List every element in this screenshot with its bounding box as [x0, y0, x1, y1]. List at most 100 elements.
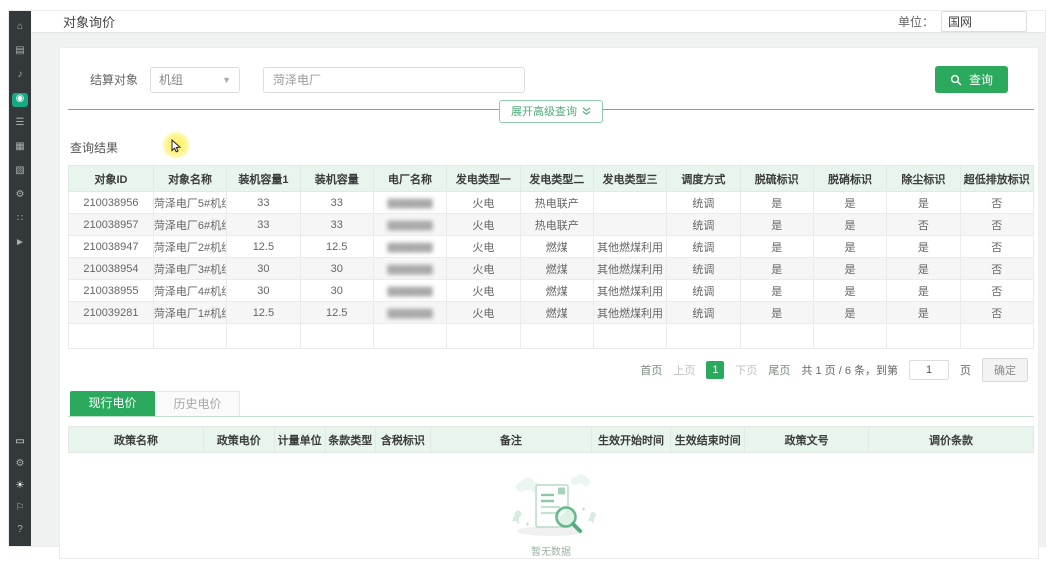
table-cell: 菏泽电厂1#机组 — [153, 302, 226, 324]
dashboard-icon[interactable]: ▦ — [12, 141, 28, 155]
archive-icon[interactable]: ▧ — [12, 165, 28, 179]
table-cell — [593, 192, 666, 214]
table-cell: 是 — [887, 236, 960, 258]
table-cell — [69, 324, 154, 349]
report-icon[interactable]: ♪ — [12, 69, 28, 83]
search-button[interactable]: 查询 — [935, 66, 1008, 93]
table-cell: 33 — [227, 192, 300, 214]
table-cell: 210038954 — [69, 258, 154, 280]
table-cell: ████████ — [373, 280, 446, 302]
search-button-label: 查询 — [969, 71, 993, 88]
table-cell: 菏泽电厂2#机组 — [153, 236, 226, 258]
table-cell: 30 — [300, 258, 373, 280]
table-cell: 否 — [960, 258, 1033, 280]
table-cell: 热电联产 — [520, 192, 593, 214]
select-value: 机组 — [159, 71, 183, 88]
table-cell: 统调 — [667, 192, 740, 214]
page-first-link[interactable]: 首页 — [640, 362, 662, 378]
pin-icon[interactable]: ► — [12, 237, 28, 251]
price-column-header: 政策电价 — [204, 427, 274, 453]
unit-input[interactable] — [941, 11, 1027, 32]
theme-sun-icon[interactable]: ☀ — [12, 480, 28, 494]
table-cell: 是 — [813, 236, 886, 258]
table-cell: 是 — [887, 302, 960, 324]
card: 结算对象 机组 ▼ 查询 展开高级查询 — [59, 47, 1039, 559]
table-cell: 否 — [960, 236, 1033, 258]
table-cell: 30 — [300, 280, 373, 302]
table-cell: 12.5 — [300, 302, 373, 324]
workbench-icon[interactable]: ⌂ — [12, 21, 28, 35]
filter-label: 结算对象 — [90, 71, 138, 88]
sidebar: ⌂ ▤ ♪ ◉ ☰ ▦ ▧ ⚙ ∷ ► ▭ ⚙ ☀ ⚐? — [9, 11, 31, 546]
no-data-illustration-icon — [496, 469, 606, 541]
sidebar-top-icons: ⌂ ▤ ♪ ◉ ☰ ▦ ▧ ⚙ ∷ ► — [12, 21, 28, 251]
list-icon[interactable]: ☰ — [12, 117, 28, 131]
tab-history-price[interactable]: 历史电价 — [155, 391, 240, 416]
table-cell: 统调 — [667, 302, 740, 324]
gear-icon[interactable]: ⚙ — [12, 458, 28, 472]
keyword-input[interactable] — [263, 67, 525, 93]
page-last-link[interactable]: 尾页 — [768, 362, 790, 378]
table-cell — [740, 324, 813, 349]
table-row[interactable]: 210038957菏泽电厂6#机组3333████████火电热电联产统调是是否… — [69, 214, 1034, 236]
table-cell: ████████ — [373, 192, 446, 214]
table-row[interactable]: 210038954菏泽电厂3#机组3030████████火电燃煤其他燃煤利用统… — [69, 258, 1034, 280]
results-column-header: 发电类型一 — [447, 166, 520, 192]
table-cell: 其他燃煤利用 — [593, 258, 666, 280]
table-cell — [960, 324, 1033, 349]
table-cell: 统调 — [667, 258, 740, 280]
settings-icon[interactable]: ⚙ — [12, 189, 28, 203]
table-cell: 是 — [813, 258, 886, 280]
page-prev-link[interactable]: 上页 — [673, 362, 695, 378]
table-cell: 菏泽电厂5#机组 — [153, 192, 226, 214]
table-cell: 其他燃煤利用 — [593, 302, 666, 324]
table-cell: 燃煤 — [520, 258, 593, 280]
expand-advanced-search-button[interactable]: 展开高级查询 — [499, 100, 603, 123]
table-row[interactable]: 210039281菏泽电厂1#机组12.512.5████████火电燃煤其他燃… — [69, 302, 1034, 324]
page-next-link[interactable]: 下页 — [735, 362, 757, 378]
page-confirm-button[interactable]: 确定 — [982, 358, 1028, 382]
results-section-title: 查询结果 — [70, 139, 1034, 156]
page-goto-input[interactable] — [909, 360, 949, 380]
price-column-header: 政策名称 — [69, 427, 204, 453]
table-cell: 210039281 — [69, 302, 154, 324]
table-cell: 33 — [300, 214, 373, 236]
table-cell: 是 — [887, 192, 960, 214]
more-dots-icon[interactable]: ∷ — [12, 213, 28, 227]
table-row[interactable]: 210038956菏泽电厂5#机组3333████████火电热电联产统调是是是… — [69, 192, 1034, 214]
inquiry-icon[interactable]: ◉ — [12, 93, 28, 107]
files-icon[interactable]: ▤ — [12, 45, 28, 59]
table-cell: 否 — [960, 280, 1033, 302]
table-cell: ████████ — [373, 214, 446, 236]
results-column-header: 发电类型二 — [520, 166, 593, 192]
table-cell — [667, 324, 740, 349]
table-cell — [887, 324, 960, 349]
tab-current-price[interactable]: 现行电价 — [70, 391, 155, 416]
table-row[interactable] — [69, 324, 1034, 349]
cursor-arrow-icon — [171, 139, 182, 153]
results-table-body: 210038956菏泽电厂5#机组3333████████火电热电联产统调是是是… — [69, 192, 1034, 349]
table-cell — [300, 324, 373, 349]
unit-label: 单位： — [898, 13, 934, 30]
table-cell: 菏泽电厂4#机组 — [153, 280, 226, 302]
table-cell: 30 — [227, 258, 300, 280]
table-row[interactable]: 210038947菏泽电厂2#机组12.512.5████████火电燃煤其他燃… — [69, 236, 1034, 258]
table-cell: 否 — [960, 214, 1033, 236]
unit-box: 单位： — [898, 11, 1027, 32]
advanced-search-label: 展开高级查询 — [511, 103, 577, 119]
page-current[interactable]: 1 — [706, 361, 724, 379]
table-cell — [593, 324, 666, 349]
bell-icon[interactable]: ⚐ — [12, 502, 28, 516]
pagination: 首页 上页 1 下页 尾页 共 1 页 / 6 条，到第 页 确定 — [68, 349, 1034, 389]
results-column-header: 装机容量1 — [227, 166, 300, 192]
table-cell: 是 — [813, 302, 886, 324]
help-icon[interactable]: ? — [12, 524, 28, 538]
advanced-search-divider: 展开高级查询 — [68, 109, 1034, 119]
redacted-plant-name: ████████ — [387, 199, 432, 208]
table-cell: 火电 — [447, 192, 520, 214]
monitor-icon[interactable]: ▭ — [12, 436, 28, 450]
settlement-type-select[interactable]: 机组 ▼ — [150, 67, 240, 93]
table-cell: 否 — [960, 302, 1033, 324]
table-row[interactable]: 210038955菏泽电厂4#机组3030████████火电燃煤其他燃煤利用统… — [69, 280, 1034, 302]
redacted-plant-name: ████████ — [387, 243, 432, 252]
